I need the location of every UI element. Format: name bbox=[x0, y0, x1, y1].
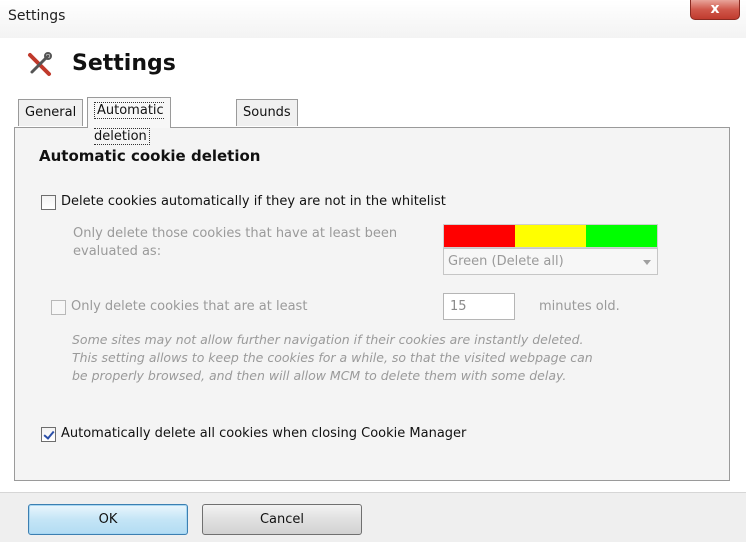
min-age-unit: minutes old. bbox=[539, 299, 620, 314]
window-titlebar: Settings x bbox=[0, 0, 746, 38]
page-title: Settings bbox=[72, 51, 176, 76]
automatic-deletion-panel: Automatic cookie deletion Delete cookies… bbox=[14, 127, 730, 481]
tab-general[interactable]: General bbox=[18, 99, 84, 126]
chevron-down-icon bbox=[643, 260, 651, 265]
tools-icon bbox=[28, 52, 52, 76]
cancel-button[interactable]: Cancel bbox=[202, 504, 362, 535]
note-line1: Some sites may not allow further navigat… bbox=[72, 332, 584, 347]
dialog-header: Settings bbox=[0, 38, 746, 96]
rating-select-value: Green (Delete all) bbox=[448, 254, 564, 269]
delete-on-close-checkbox[interactable] bbox=[41, 427, 56, 442]
rating-red-swatch bbox=[444, 225, 515, 247]
rating-green-swatch bbox=[586, 225, 657, 247]
close-icon: x bbox=[710, 1, 720, 17]
tab-automatic-deletion[interactable]: Automatic deletion bbox=[87, 97, 171, 145]
min-age-input[interactable]: 15 bbox=[443, 293, 515, 320]
min-age-checkbox[interactable] bbox=[51, 300, 66, 315]
delete-on-close-label: Automatically delete all cookies when cl… bbox=[61, 426, 467, 441]
tab-label: Sounds bbox=[243, 105, 291, 120]
note-line2: This setting allows to keep the cookies … bbox=[72, 350, 593, 365]
evaluation-text-line2: evaluated as: bbox=[73, 244, 162, 259]
rating-yellow-swatch bbox=[515, 225, 586, 247]
evaluation-text-line1: Only delete those cookies that have at l… bbox=[73, 226, 398, 241]
tab-label: General bbox=[25, 105, 77, 120]
min-age-label: Only delete cookies that are at least bbox=[71, 299, 308, 314]
window-title: Settings bbox=[8, 8, 66, 24]
note-line3: be properly browsed, and then will allow… bbox=[72, 368, 567, 383]
rating-select[interactable]: Green (Delete all) bbox=[443, 248, 658, 275]
delete-not-whitelisted-label: Delete cookies automatically if they are… bbox=[61, 194, 446, 209]
dialog-footer: OK Cancel bbox=[0, 492, 746, 542]
close-button[interactable]: x bbox=[690, 0, 740, 20]
ok-button[interactable]: OK bbox=[28, 504, 188, 535]
rating-color-bar bbox=[443, 224, 658, 248]
tab-sounds[interactable]: Sounds bbox=[236, 99, 298, 126]
delete-not-whitelisted-checkbox[interactable] bbox=[41, 195, 56, 210]
